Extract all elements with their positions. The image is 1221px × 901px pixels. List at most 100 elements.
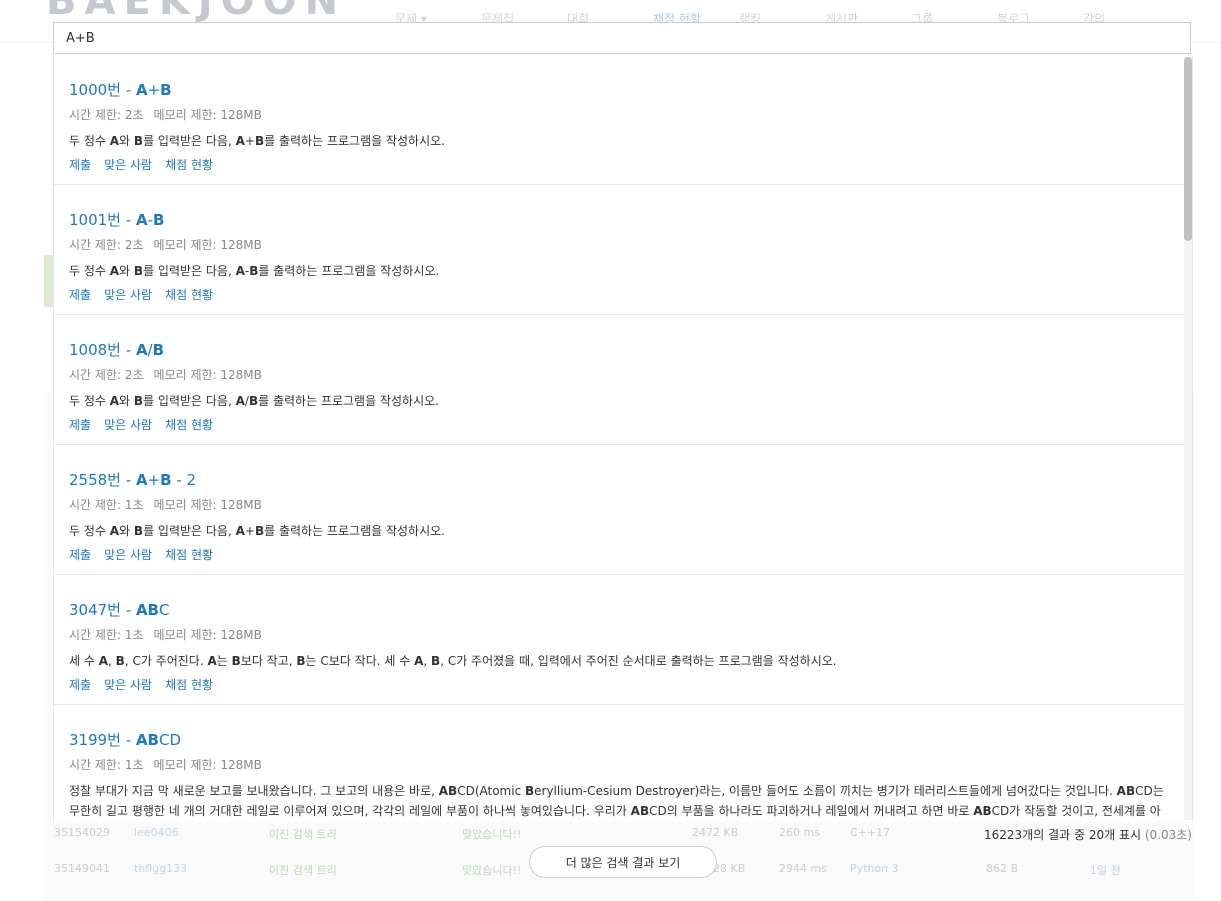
- problem-links: 제출 맞은 사람 채점 현황: [69, 676, 1171, 694]
- time-limit: 1초: [124, 628, 144, 642]
- more-results-button[interactable]: 더 많은 검색 결과 보기: [529, 846, 717, 878]
- memory-limit-label: 메모리 제한:: [153, 368, 221, 382]
- elapsed-time: (0.03초): [1141, 828, 1192, 842]
- problem-title-part[interactable]: AB: [136, 601, 159, 619]
- solved-users-link[interactable]: 맞은 사람: [104, 548, 152, 562]
- submit-link[interactable]: 제출: [69, 418, 91, 432]
- problem-description: 정찰 부대가 지금 막 새로운 보고를 보내왔습니다. 그 보고의 내용은 바로…: [69, 784, 1164, 818]
- results-list: 1000번 - A+B 시간 제한: 2초 메모리 제한: 128MB 두 정수 A와…: [54, 55, 1192, 822]
- problem-title-part[interactable]: A: [136, 211, 148, 229]
- problem-number[interactable]: 1008번 -: [69, 341, 136, 359]
- problem-links: 제출 맞은 사람 채점 현황: [69, 546, 1171, 564]
- result-item: 3199번 - ABCD 시간 제한: 1초 메모리 제한: 128MB 정찰 부대가…: [54, 705, 1187, 822]
- time-limit-label: 시간 제한:: [69, 628, 125, 642]
- language: Python 3: [850, 862, 899, 875]
- time: 260 ms: [779, 826, 820, 839]
- result-item: 1008번 - A/B 시간 제한: 2초 메모리 제한: 128MB 두 정수 A와…: [54, 315, 1187, 445]
- memory-limit-label: 메모리 제한:: [153, 758, 221, 772]
- problem-number[interactable]: 1000번 -: [69, 81, 136, 99]
- problem-title-part[interactable]: B: [153, 211, 164, 229]
- memory-limit: 128MB: [220, 368, 262, 382]
- memory-limit-label: 메모리 제한:: [153, 238, 221, 252]
- problem-title-part[interactable]: A: [136, 471, 148, 489]
- memory-limit: 128MB: [220, 498, 262, 512]
- submitted-at: 1일 전: [1090, 864, 1121, 877]
- time-limit-label: 시간 제한:: [69, 368, 125, 382]
- memory-limit-label: 메모리 제한:: [153, 108, 221, 122]
- problem-description: 두 정수 A와 B를 입력받은 다음, A+B를 출력하는 프로그램을 작성하시…: [69, 134, 445, 148]
- result-item: 3047번 - ABC 시간 제한: 1초 메모리 제한: 128MB 세 수 A, …: [54, 575, 1187, 705]
- result-item: 1000번 - A+B 시간 제한: 2초 메모리 제한: 128MB 두 정수 A와…: [54, 55, 1187, 185]
- solved-users-link[interactable]: 맞은 사람: [104, 678, 152, 692]
- problem-links: 제출 맞은 사람 채점 현황: [69, 416, 1171, 434]
- results-scrollbar[interactable]: [1184, 57, 1192, 820]
- problem-title[interactable]: 이진 검색 트리: [269, 826, 337, 842]
- count-shown: 20개 표시: [1088, 828, 1142, 842]
- problem-title-part[interactable]: A: [136, 81, 148, 99]
- problem-title-part[interactable]: B: [153, 341, 164, 359]
- memory-limit: 128MB: [220, 628, 262, 642]
- judge-status-link[interactable]: 채점 현황: [165, 158, 213, 172]
- problem-title-link[interactable]: 3199번 - ABCD: [69, 729, 1171, 751]
- submit-link[interactable]: 제출: [69, 158, 91, 172]
- judge-status-link[interactable]: 채점 현황: [165, 288, 213, 302]
- problem-number[interactable]: 1001번 -: [69, 211, 136, 229]
- problem-title-link[interactable]: 3047번 - ABC: [69, 599, 1171, 621]
- result-item: 2558번 - A+B - 2 시간 제한: 1초 메모리 제한: 128MB 두 정…: [54, 445, 1187, 575]
- problem-title-link[interactable]: 1000번 - A+B: [69, 79, 1171, 101]
- problem-title-part[interactable]: CD: [159, 731, 181, 749]
- user-id[interactable]: lee0406: [134, 826, 179, 839]
- solved-users-link[interactable]: 맞은 사람: [104, 158, 152, 172]
- memory: 2472 KB: [692, 826, 739, 839]
- problem-description: 두 정수 A와 B를 입력받은 다음, A-B를 출력하는 프로그램을 작성하시…: [69, 264, 440, 278]
- problem-title-part[interactable]: C: [159, 601, 169, 619]
- memory-limit: 128MB: [220, 238, 262, 252]
- problem-links: 제출 맞은 사람 채점 현황: [69, 156, 1171, 174]
- submit-link[interactable]: 제출: [69, 288, 91, 302]
- problem-title-part[interactable]: - 2: [172, 471, 196, 489]
- problem-title-link[interactable]: 1001번 - A-B: [69, 209, 1171, 231]
- solved-users-link[interactable]: 맞은 사람: [104, 418, 152, 432]
- judge-status-link[interactable]: 채점 현황: [165, 418, 213, 432]
- problem-title[interactable]: 이진 검색 트리: [269, 862, 337, 878]
- result: 맞았습니다!!: [462, 864, 522, 877]
- time-limit-label: 시간 제한:: [69, 108, 125, 122]
- problem-number[interactable]: 3047번 -: [69, 601, 136, 619]
- problem-title-part[interactable]: +: [148, 81, 161, 99]
- problem-limits: 시간 제한: 2초 메모리 제한: 128MB: [69, 237, 1171, 253]
- scrollbar-thumb[interactable]: [1184, 57, 1192, 241]
- user-id[interactable]: thflgg133: [134, 862, 187, 875]
- problem-description: 두 정수 A와 B를 입력받은 다음, A/B를 출력하는 프로그램을 작성하시…: [69, 394, 439, 408]
- code-length: 862 B: [986, 862, 1019, 875]
- count-total: 16223개의 결과 중: [984, 828, 1089, 842]
- time-limit: 2초: [124, 238, 144, 252]
- problem-title-part[interactable]: AB: [136, 731, 159, 749]
- memory-limit-label: 메모리 제한:: [153, 498, 221, 512]
- problem-title-link[interactable]: 2558번 - A+B - 2: [69, 469, 1171, 491]
- problem-title-part[interactable]: B: [160, 471, 171, 489]
- solved-users-link[interactable]: 맞은 사람: [104, 288, 152, 302]
- time-limit: 2초: [124, 108, 144, 122]
- time-limit: 2초: [124, 368, 144, 382]
- time-limit: 1초: [124, 758, 144, 772]
- submit-link[interactable]: 제출: [69, 548, 91, 562]
- judge-status-link[interactable]: 채점 현황: [165, 548, 213, 562]
- language: C++17: [850, 826, 891, 839]
- memory-limit: 128MB: [220, 108, 262, 122]
- search-input[interactable]: [54, 23, 1190, 53]
- site-logo: BAEKJOON: [46, 0, 347, 24]
- time: 2944 ms: [779, 862, 827, 875]
- problem-limits: 시간 제한: 2초 메모리 제한: 128MB: [69, 367, 1171, 383]
- time-limit-label: 시간 제한:: [69, 498, 125, 512]
- problem-title-part[interactable]: B: [160, 81, 171, 99]
- problem-number[interactable]: 2558번 -: [69, 471, 136, 489]
- submit-link[interactable]: 제출: [69, 678, 91, 692]
- problem-limits: 시간 제한: 1초 메모리 제한: 128MB: [69, 497, 1171, 513]
- problem-title-part[interactable]: A: [136, 341, 148, 359]
- problem-number[interactable]: 3199번 -: [69, 731, 136, 749]
- problem-title-link[interactable]: 1008번 - A/B: [69, 339, 1171, 361]
- problem-title-part[interactable]: +: [148, 471, 161, 489]
- search-results: 1000번 - A+B 시간 제한: 2초 메모리 제한: 128MB 두 정수 A와…: [53, 55, 1193, 822]
- judge-status-link[interactable]: 채점 현황: [165, 678, 213, 692]
- result: 맞았습니다!!: [462, 828, 522, 841]
